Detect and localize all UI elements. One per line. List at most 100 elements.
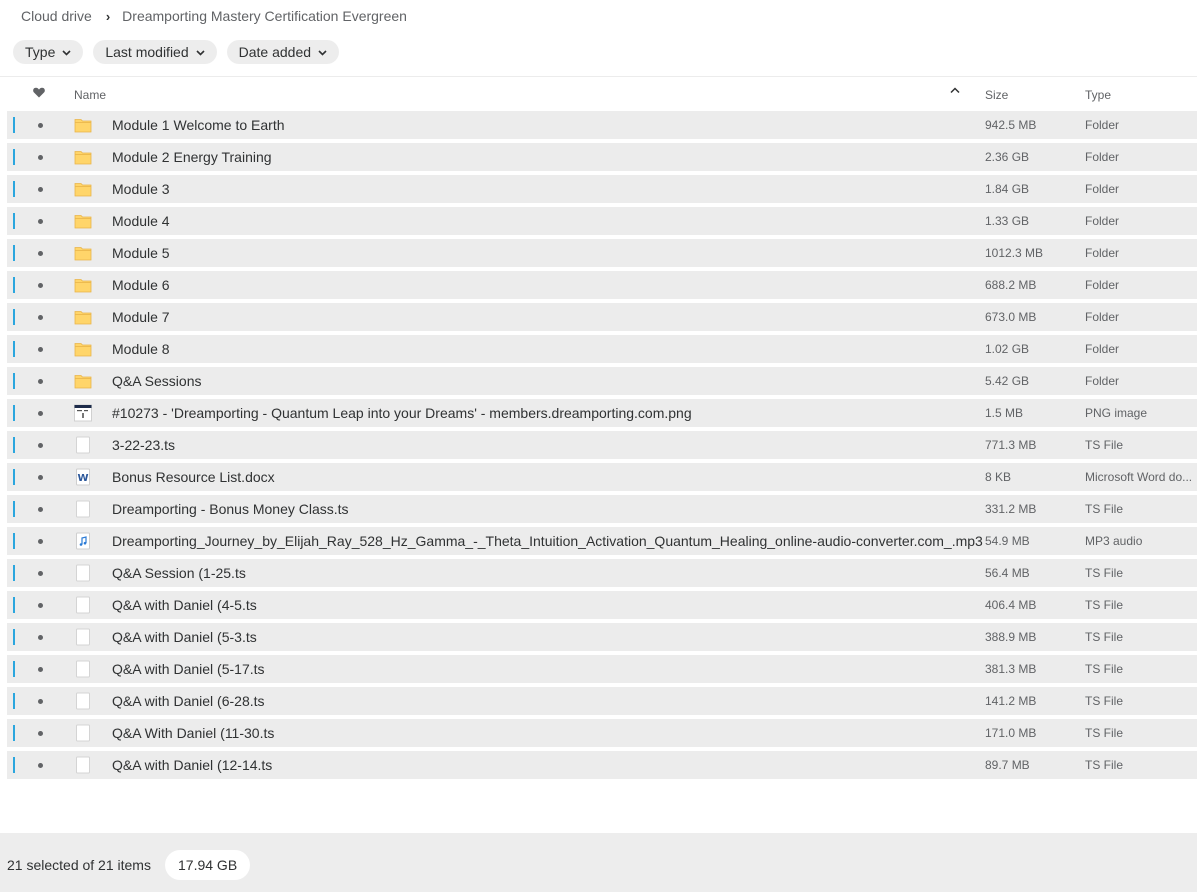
file-name[interactable]: Q&A Sessions [112,373,202,389]
favourite-dot-icon[interactable] [38,635,43,640]
file-size: 171.0 MB [985,726,1037,740]
selection-indicator [13,597,15,613]
folder-icon [74,276,92,294]
table-row[interactable]: Dreamporting_Journey_by_Elijah_Ray_528_H… [7,527,1197,555]
selection-indicator [13,181,15,197]
column-header-name[interactable]: Name [74,88,106,102]
table-row[interactable]: Module 8 1.02 GB Folder [7,335,1197,363]
filter-date-added-button[interactable]: Date added [226,40,340,64]
file-name[interactable]: 3-22-23.ts [112,437,175,453]
table-row[interactable]: Q&A With Daniel (11-30.ts 171.0 MB TS File [7,719,1197,747]
file-name[interactable]: Module 8 [112,341,170,357]
filter-type-button[interactable]: Type [13,40,84,64]
favourite-dot-icon[interactable] [38,763,43,768]
table-row[interactable]: Module 1 Welcome to Earth 942.5 MB Folder [7,111,1197,139]
favourite-dot-icon[interactable] [38,379,43,384]
favourite-dot-icon[interactable] [38,283,43,288]
file-name[interactable]: Q&A with Daniel (5-17.ts [112,661,265,677]
filter-bar: Type Last modified Date added [13,40,340,64]
file-name[interactable]: Q&A with Daniel (12-14.ts [112,757,272,773]
favourite-dot-icon[interactable] [38,411,43,416]
favourite-dot-icon[interactable] [38,507,43,512]
table-row[interactable]: #10273 - 'Dreamporting - Quantum Leap in… [7,399,1197,427]
table-row[interactable]: Module 2 Energy Training 2.36 GB Folder [7,143,1197,171]
favourite-dot-icon[interactable] [38,187,43,192]
folder-icon [74,148,92,166]
file-name[interactable]: Module 4 [112,213,170,229]
table-row[interactable]: Dreamporting - Bonus Money Class.ts 331.2… [7,495,1197,523]
table-row[interactable]: Q&A with Daniel (5-3.ts 388.9 MB TS File [7,623,1197,651]
filter-label: Last modified [105,44,189,60]
table-header: Name Size Type [0,82,1197,108]
table-row[interactable]: Q&A with Daniel (12-14.ts 89.7 MB TS File [7,751,1197,779]
selection-indicator [13,533,15,549]
file-name[interactable]: Module 6 [112,277,170,293]
table-row[interactable]: W Bonus Resource List.docx 8 KB Microsoft W… [7,463,1197,491]
chevron-down-icon [62,48,71,59]
file-size: 5.42 GB [985,374,1030,388]
column-header-type[interactable]: Type [1085,88,1111,102]
svg-text:W: W [77,473,88,484]
sort-ascending-icon[interactable] [950,85,960,97]
selection-indicator [13,725,15,741]
favourite-dot-icon[interactable] [38,603,43,608]
table-row[interactable]: Module 5 1012.3 MB Folder [7,239,1197,267]
selection-indicator [13,469,15,485]
file-size: 2.36 GB [985,150,1030,164]
filter-last-modified-button[interactable]: Last modified [93,40,217,64]
favourite-column-heart-icon[interactable] [33,87,45,101]
favourite-dot-icon[interactable] [38,315,43,320]
file-name[interactable]: Q&A with Daniel (4-5.ts [112,597,257,613]
file-icon [74,500,92,518]
favourite-dot-icon[interactable] [38,155,43,160]
table-row[interactable]: Q&A Session (1-25.ts 56.4 MB TS File [7,559,1197,587]
table-row[interactable]: Q&A with Daniel (4-5.ts 406.4 MB TS File [7,591,1197,619]
favourite-dot-icon[interactable] [38,731,43,736]
file-name[interactable]: Q&A Session (1-25.ts [112,565,246,581]
file-name[interactable]: Bonus Resource List.docx [112,469,275,485]
file-name[interactable]: Module 3 [112,181,170,197]
table-row[interactable]: Module 4 1.33 GB Folder [7,207,1197,235]
table-row[interactable]: 3-22-23.ts 771.3 MB TS File [7,431,1197,459]
file-icon [74,436,92,454]
table-row[interactable]: Q&A Sessions 5.42 GB Folder [7,367,1197,395]
table-row[interactable]: Q&A with Daniel (6-28.ts 141.2 MB TS File [7,687,1197,715]
folder-icon [74,212,92,230]
file-icon [74,724,92,742]
table-row[interactable]: Q&A with Daniel (5-17.ts 381.3 MB TS File [7,655,1197,683]
favourite-dot-icon[interactable] [38,251,43,256]
file-name[interactable]: Q&A with Daniel (5-3.ts [112,629,257,645]
file-name[interactable]: Module 2 Energy Training [112,149,272,165]
file-name[interactable]: Module 5 [112,245,170,261]
favourite-dot-icon[interactable] [38,475,43,480]
file-name[interactable]: Dreamporting - Bonus Money Class.ts [112,501,349,517]
chevron-down-icon [196,48,205,59]
favourite-dot-icon[interactable] [38,443,43,448]
table-row[interactable]: Module 3 1.84 GB Folder [7,175,1197,203]
favourite-dot-icon[interactable] [38,123,43,128]
file-size: 56.4 MB [985,566,1030,580]
favourite-dot-icon[interactable] [38,347,43,352]
file-name[interactable]: Module 1 Welcome to Earth [112,117,285,133]
breadcrumb-root-link[interactable]: Cloud drive [21,8,92,24]
file-size: 771.3 MB [985,438,1037,452]
favourite-dot-icon[interactable] [38,219,43,224]
file-name[interactable]: Module 7 [112,309,170,325]
table-row[interactable]: Module 6 688.2 MB Folder [7,271,1197,299]
table-row[interactable]: Module 7 673.0 MB Folder [7,303,1197,331]
file-name[interactable]: #10273 - 'Dreamporting - Quantum Leap in… [112,405,692,421]
favourite-dot-icon[interactable] [38,699,43,704]
image-thumbnail-icon [74,404,92,422]
favourite-dot-icon[interactable] [38,539,43,544]
file-type: Folder [1085,342,1120,356]
favourite-dot-icon[interactable] [38,667,43,672]
selection-indicator [13,373,15,389]
filter-label: Type [25,44,56,60]
selection-indicator [13,245,15,261]
file-name[interactable]: Q&A with Daniel (6-28.ts [112,693,265,709]
file-name[interactable]: Q&A With Daniel (11-30.ts [112,725,274,741]
favourite-dot-icon[interactable] [38,571,43,576]
selection-indicator [13,693,15,709]
column-header-size[interactable]: Size [985,88,1008,102]
file-name[interactable]: Dreamporting_Journey_by_Elijah_Ray_528_H… [112,533,983,549]
